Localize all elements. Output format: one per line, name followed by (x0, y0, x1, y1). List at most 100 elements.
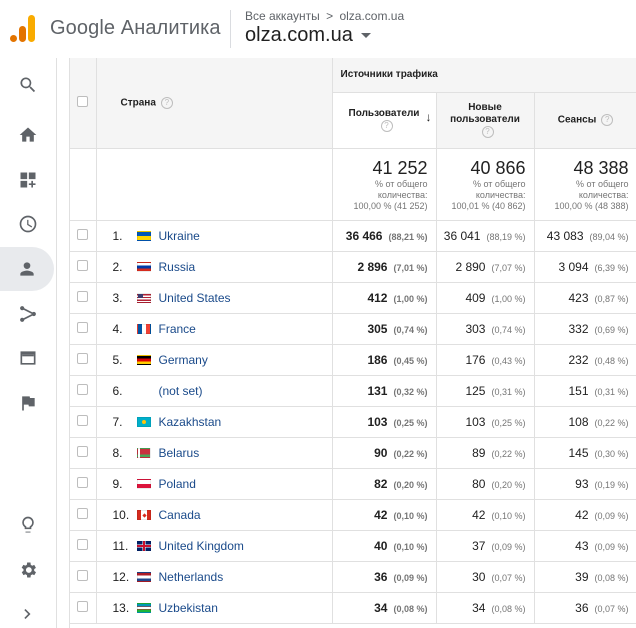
row-checkbox[interactable] (77, 445, 89, 457)
sessions-percent: (0,87 %) (594, 293, 629, 304)
sessions-cell: 42 (0,09 %) (534, 499, 636, 531)
new-users-cell: 176 (0,43 %) (436, 344, 535, 376)
table-row[interactable]: 7. Kazakhstan 103 (0,25 %) 103 (0,25 %) 108 (0,… (70, 406, 636, 438)
nav-admin[interactable] (0, 548, 56, 592)
country-link[interactable]: United States (159, 291, 231, 305)
breadcrumb-all-accounts[interactable]: Все аккаунты (245, 9, 320, 23)
table-row[interactable]: 2. Russia 2 896 (7,01 %) 2 890 (7,07 %) 3 094 (… (70, 251, 636, 283)
country-cell: 10. Canada (96, 499, 333, 531)
country-link[interactable]: Uzbekistan (159, 601, 218, 615)
nav-search[interactable] (0, 63, 56, 107)
row-checkbox[interactable] (77, 476, 89, 488)
nav-behavior[interactable] (0, 336, 56, 380)
country-link[interactable]: Netherlands (159, 570, 224, 584)
flag-kz-icon (136, 417, 151, 428)
sessions-percent: (0,19 %) (594, 479, 629, 490)
country-link[interactable]: Russia (159, 260, 196, 274)
users-value: 131 (367, 383, 388, 398)
new-users-percent: (0,22 %) (491, 448, 526, 459)
country-link[interactable]: Canada (159, 508, 201, 522)
row-checkbox[interactable] (77, 290, 89, 302)
new-users-cell: 2 890 (7,07 %) (436, 251, 535, 283)
flag-by-icon (136, 448, 151, 459)
table-row[interactable]: 9. Poland 82 (0,20 %) 80 (0,20 %) 93 (0,19 %) (70, 468, 636, 500)
select-all-checkbox[interactable] (77, 95, 89, 107)
users-percent: (1,00 %) (393, 293, 428, 304)
row-checkbox[interactable] (77, 259, 89, 271)
users-percent: (0,74 %) (393, 324, 428, 335)
analytics-logo-icon[interactable] (10, 14, 36, 42)
product-name[interactable]: Google Аналитика (50, 17, 221, 40)
nav-customization[interactable] (0, 158, 56, 202)
column-header-users[interactable]: Пользователи? ↓ (332, 92, 437, 149)
nav-audience[interactable] (0, 247, 54, 291)
country-link[interactable]: France (159, 322, 196, 336)
realtime-clock-icon (19, 215, 37, 233)
table-row[interactable]: 13. Uzbekistan 34 (0,08 %) 34 (0,08 %) 36 (0,07… (70, 592, 636, 624)
row-checkbox[interactable] (77, 600, 89, 612)
row-checkbox[interactable] (77, 414, 89, 426)
totals-users-note: количества: (377, 189, 428, 200)
column-header-sessions[interactable]: Сеансы? (534, 92, 636, 149)
nav-conversions[interactable] (0, 381, 56, 425)
breadcrumb-property[interactable]: olza.com.ua (339, 9, 404, 23)
row-checkbox[interactable] (77, 538, 89, 550)
nav-acquisition[interactable] (0, 292, 56, 336)
sessions-percent: (0,31 %) (594, 386, 629, 397)
table-row[interactable]: 10. Canada 42 (0,10 %) 42 (0,10 %) 42 (0,09 %) (70, 499, 636, 531)
users-percent: (0,25 %) (393, 417, 428, 428)
table-row[interactable]: 4. France 305 (0,74 %) 303 (0,74 %) 332 (0,69 %… (70, 313, 636, 345)
table-row[interactable]: 6. (not set) 131 (0,32 %) 125 (0,31 %) 151 (0,3… (70, 375, 636, 407)
help-icon[interactable]: ? (160, 96, 173, 109)
users-cell: 36 (0,09 %) (332, 561, 437, 593)
country-link[interactable]: United Kingdom (159, 539, 244, 553)
country-link[interactable]: Ukraine (159, 229, 200, 243)
table-row[interactable]: 12. Netherlands 36 (0,09 %) 30 (0,07 %) 39 (0,0… (70, 561, 636, 593)
row-rank: 2. (112, 259, 123, 274)
table-row[interactable]: 3. United States 412 (1,00 %) 409 (1,00 %) 423… (70, 282, 636, 314)
search-icon (20, 77, 36, 93)
caret-down-icon (360, 33, 371, 38)
totals-users: 41 252 % от общего количества: 100,00 % … (332, 148, 437, 221)
row-rank: 3. (112, 290, 123, 305)
row-checkbox[interactable] (77, 321, 89, 333)
app-header: Google Аналитика Все аккаунты > olza.com… (0, 0, 636, 58)
new-users-percent: (0,09 %) (491, 541, 526, 552)
country-link[interactable]: Germany (159, 353, 208, 367)
new-users-percent: (0,31 %) (491, 386, 526, 397)
sessions-cell: 39 (0,08 %) (534, 561, 636, 593)
row-checkbox-cell (70, 592, 97, 624)
users-value: 42 (374, 507, 388, 522)
sessions-cell: 145 (0,30 %) (534, 437, 636, 469)
totals-sessions-value: 48 388 (573, 157, 629, 178)
table-row[interactable]: 5. Germany 186 (0,45 %) 176 (0,43 %) 232 (0,48 … (70, 344, 636, 376)
nav-expand[interactable] (0, 592, 56, 628)
row-checkbox[interactable] (77, 383, 89, 395)
row-checkbox[interactable] (77, 228, 89, 240)
country-link[interactable]: Belarus (159, 446, 200, 460)
table-row[interactable]: 11. United Kingdom 40 (0,10 %) 37 (0,09 %) 43 (… (70, 530, 636, 562)
row-checkbox[interactable] (77, 507, 89, 519)
row-checkbox[interactable] (77, 569, 89, 581)
new-users-percent: (0,10 %) (491, 510, 526, 521)
help-icon[interactable]: ? (380, 119, 393, 132)
country-link[interactable]: Poland (159, 477, 196, 491)
nav-home[interactable] (0, 113, 56, 157)
country-link[interactable]: (not set) (159, 384, 203, 398)
column-header-new-users[interactable]: Новые пользователи? (436, 92, 535, 149)
column-header-country[interactable]: Страна? (96, 58, 333, 149)
column-label-users: Пользователи (348, 107, 420, 119)
sessions-cell: 332 (0,69 %) (534, 313, 636, 345)
new-users-value: 42 (472, 507, 486, 522)
country-link[interactable]: Kazakhstan (159, 415, 222, 429)
nav-discover[interactable] (0, 503, 56, 547)
account-picker[interactable]: olza.com.ua (245, 24, 371, 47)
users-cell: 34 (0,08 %) (332, 592, 437, 624)
country-table: Страна? Источники трафика Пользователи? … (70, 58, 636, 624)
help-icon[interactable]: ? (601, 113, 614, 126)
nav-realtime[interactable] (0, 202, 56, 246)
row-checkbox[interactable] (77, 352, 89, 364)
table-row[interactable]: 1. Ukraine 36 466 (88,21 %) 36 041 (88,19 %) 4… (70, 220, 636, 252)
help-icon[interactable]: ? (481, 125, 494, 138)
table-row[interactable]: 8. Belarus 90 (0,22 %) 89 (0,22 %) 145 (0,30 %) (70, 437, 636, 469)
